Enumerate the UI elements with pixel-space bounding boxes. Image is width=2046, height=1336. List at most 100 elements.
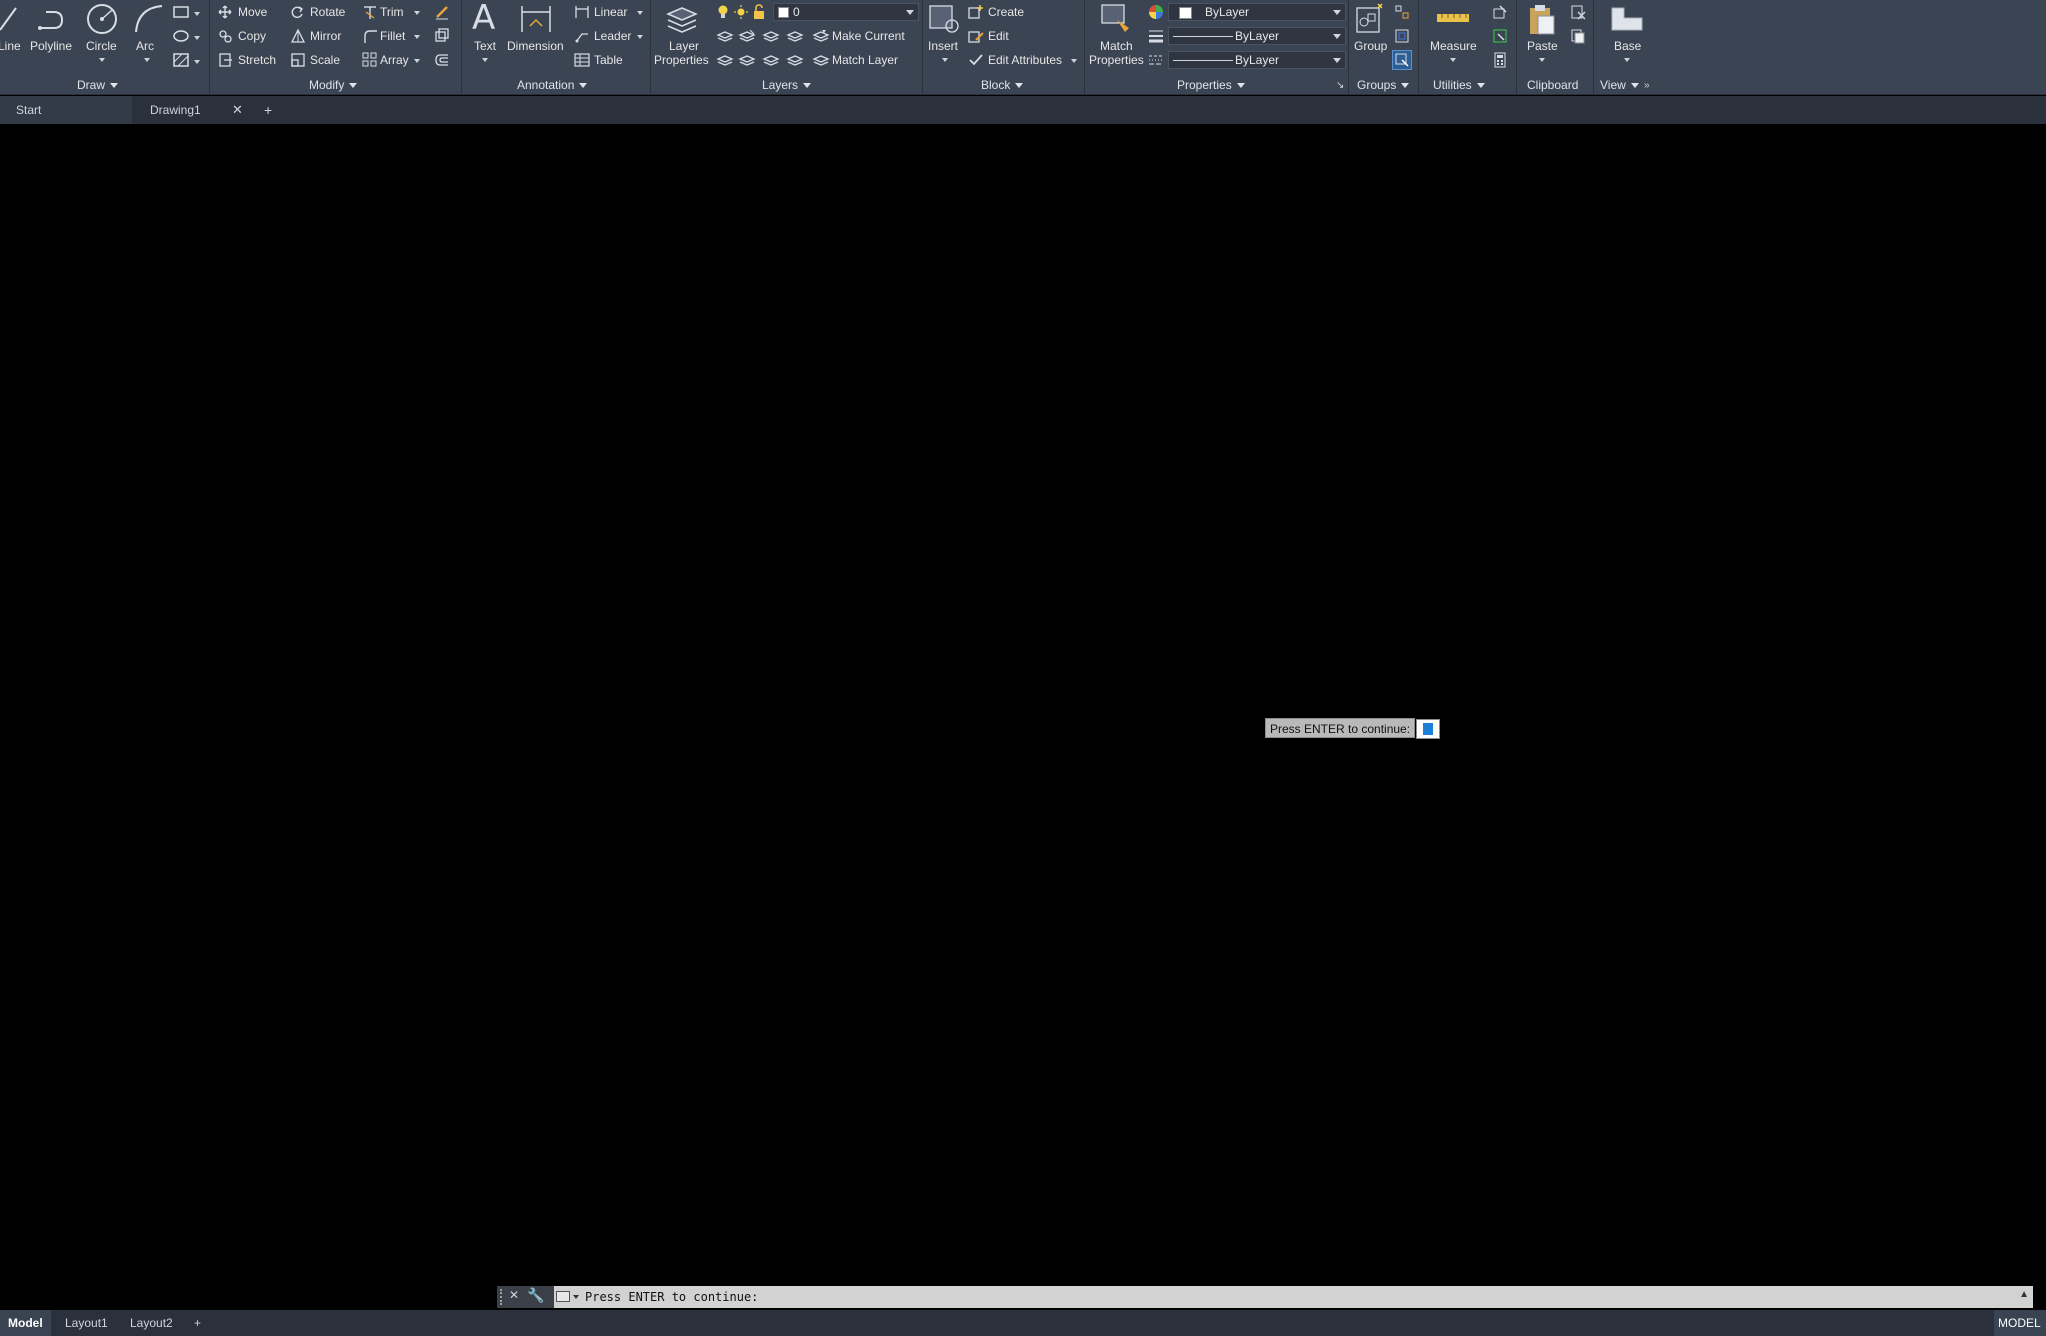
modify-panel-title[interactable]: Modify — [309, 78, 358, 92]
tab-start[interactable]: Start — [0, 96, 132, 124]
erase-button[interactable] — [432, 3, 454, 21]
create-block-button[interactable]: Create — [966, 3, 1046, 21]
layer-properties-button[interactable]: Layer Properties — [654, 0, 709, 70]
edit-attributes-button[interactable]: Edit Attributes — [966, 51, 1080, 69]
cut-icon[interactable] — [1570, 4, 1586, 20]
lock-open-icon[interactable] — [752, 4, 766, 20]
group-button[interactable]: Group — [1352, 0, 1388, 60]
copy-button[interactable]: Copy — [216, 27, 280, 45]
rectangle-button[interactable] — [170, 3, 202, 23]
arc-label: Arc — [136, 39, 154, 53]
draw-panel-title[interactable]: Draw — [77, 78, 119, 92]
insert-button[interactable]: Insert — [926, 0, 964, 66]
paste-button[interactable]: Paste — [1522, 0, 1560, 66]
fillet-button[interactable]: Fillet — [360, 27, 422, 45]
hatch-dropdown-icon — [194, 60, 200, 64]
groups-panel-title[interactable]: Groups — [1357, 78, 1410, 92]
layer-unisolate-icon[interactable] — [738, 28, 756, 44]
ellipse-button[interactable] — [170, 27, 202, 47]
command-line-scroll-up-icon[interactable]: ▲ — [2019, 1289, 2029, 1300]
make-current-button[interactable]: Make Current — [812, 27, 912, 45]
offset-button[interactable] — [432, 51, 454, 69]
close-icon[interactable]: ✕ — [509, 1288, 519, 1302]
utilities-panel-title[interactable]: Utilities — [1433, 78, 1485, 92]
clipboard-panel-title[interactable]: Clipboard — [1527, 78, 1578, 92]
command-history-dropdown-icon[interactable] — [573, 1295, 579, 1299]
linetype-dropdown[interactable]: ByLayer — [1168, 51, 1346, 69]
arc-button[interactable]: Arc — [128, 0, 168, 66]
text-button[interactable]: A Text — [468, 0, 500, 66]
quick-select-icon[interactable] — [1492, 4, 1508, 20]
view-panel-title[interactable]: View — [1600, 78, 1639, 92]
tab-layout1[interactable]: Layout1 — [57, 1310, 116, 1336]
command-line[interactable]: Press ENTER to continue: ▲ — [497, 1286, 2033, 1308]
ruler-icon — [1437, 14, 1469, 22]
group-selection-toggle[interactable] — [1392, 50, 1412, 70]
close-icon[interactable]: ✕ — [232, 96, 243, 124]
add-layout-button[interactable]: + — [186, 1310, 209, 1336]
layer-freeze-icon[interactable] — [762, 28, 780, 44]
line-tool-button[interactable]: Line — [0, 0, 21, 60]
layer-lock-icon[interactable] — [786, 52, 804, 68]
copy-clip-icon[interactable] — [1570, 28, 1586, 44]
explode-button[interactable] — [432, 27, 454, 45]
view-panel-expand-icon[interactable]: » — [1644, 80, 1650, 91]
calculator-icon[interactable] — [1492, 52, 1508, 68]
circle-dropdown-icon — [99, 58, 105, 62]
color-dropdown[interactable]: ByLayer — [1168, 3, 1346, 21]
dimension-button[interactable]: Dimension — [506, 0, 566, 60]
new-tab-button[interactable]: + — [258, 96, 284, 124]
tab-drawing1-label: Drawing1 — [150, 103, 201, 117]
dynamic-input-field[interactable] — [1416, 719, 1440, 739]
divider — [1348, 0, 1349, 94]
lineweight-dropdown[interactable]: ByLayer — [1168, 27, 1346, 45]
properties-panel-title[interactable]: Properties — [1177, 78, 1245, 92]
layer-dropdown[interactable]: 0 — [773, 3, 919, 21]
hatch-button[interactable] — [170, 51, 202, 71]
layers-panel-title[interactable]: Layers — [762, 78, 812, 92]
mirror-button[interactable]: Mirror — [288, 27, 354, 45]
tab-model[interactable]: Model — [0, 1310, 51, 1336]
edit-block-button[interactable]: Edit — [966, 27, 1046, 45]
rotate-button[interactable]: Rotate — [288, 3, 354, 21]
trim-button[interactable]: Trim — [360, 3, 422, 21]
plus-icon: + — [194, 1316, 202, 1330]
tab-layout2[interactable]: Layout2 — [122, 1310, 181, 1336]
layer-isolate-icon[interactable] — [716, 28, 734, 44]
sun-icon[interactable] — [734, 4, 748, 20]
tab-drawing1[interactable]: Drawing1 ✕ — [132, 96, 252, 124]
linetype-icon[interactable] — [1148, 52, 1164, 68]
lineweight-icon[interactable] — [1148, 28, 1164, 44]
measure-button[interactable]: Measure — [1424, 0, 1482, 66]
table-button[interactable]: Table — [572, 51, 644, 69]
layer-off-icon[interactable] — [786, 28, 804, 44]
drawing-canvas[interactable] — [0, 124, 2046, 1286]
linear-button[interactable]: Linear — [572, 3, 644, 21]
polyline-button[interactable]: Polyline — [28, 0, 78, 60]
group-edit-icon[interactable] — [1394, 28, 1410, 44]
base-view-button[interactable]: Base — [1604, 0, 1648, 66]
linetype-preview — [1173, 60, 1233, 61]
circle-button[interactable]: Circle — [82, 0, 122, 66]
model-space-indicator[interactable]: MODEL — [1994, 1310, 2046, 1336]
color-wheel-icon[interactable] — [1148, 4, 1164, 20]
properties-dialog-launcher-icon[interactable]: ↘ — [1336, 80, 1344, 91]
lightbulb-icon[interactable] — [716, 4, 730, 20]
command-prompt-icon[interactable] — [556, 1291, 570, 1302]
match-properties-button[interactable]: Match Properties — [1088, 0, 1144, 70]
block-panel-title[interactable]: Block — [981, 78, 1024, 92]
stretch-button[interactable]: Stretch — [216, 51, 282, 69]
move-button[interactable]: Move — [216, 3, 280, 21]
wrench-icon[interactable]: 🔧 — [527, 1287, 544, 1304]
select-all-icon[interactable] — [1492, 28, 1508, 44]
layer-walk-icon[interactable] — [716, 52, 734, 68]
annotation-panel-title[interactable]: Annotation — [517, 78, 588, 92]
layer-merge-icon[interactable] — [738, 52, 756, 68]
array-button[interactable]: Array — [360, 51, 422, 69]
ungroup-icon[interactable] — [1394, 4, 1410, 20]
scale-button[interactable]: Scale — [288, 51, 354, 69]
leader-button[interactable]: Leader — [572, 27, 644, 45]
layer-delete-icon[interactable] — [762, 52, 780, 68]
match-layer-button[interactable]: Match Layer — [812, 51, 912, 69]
drag-handle-icon[interactable] — [500, 1289, 506, 1305]
